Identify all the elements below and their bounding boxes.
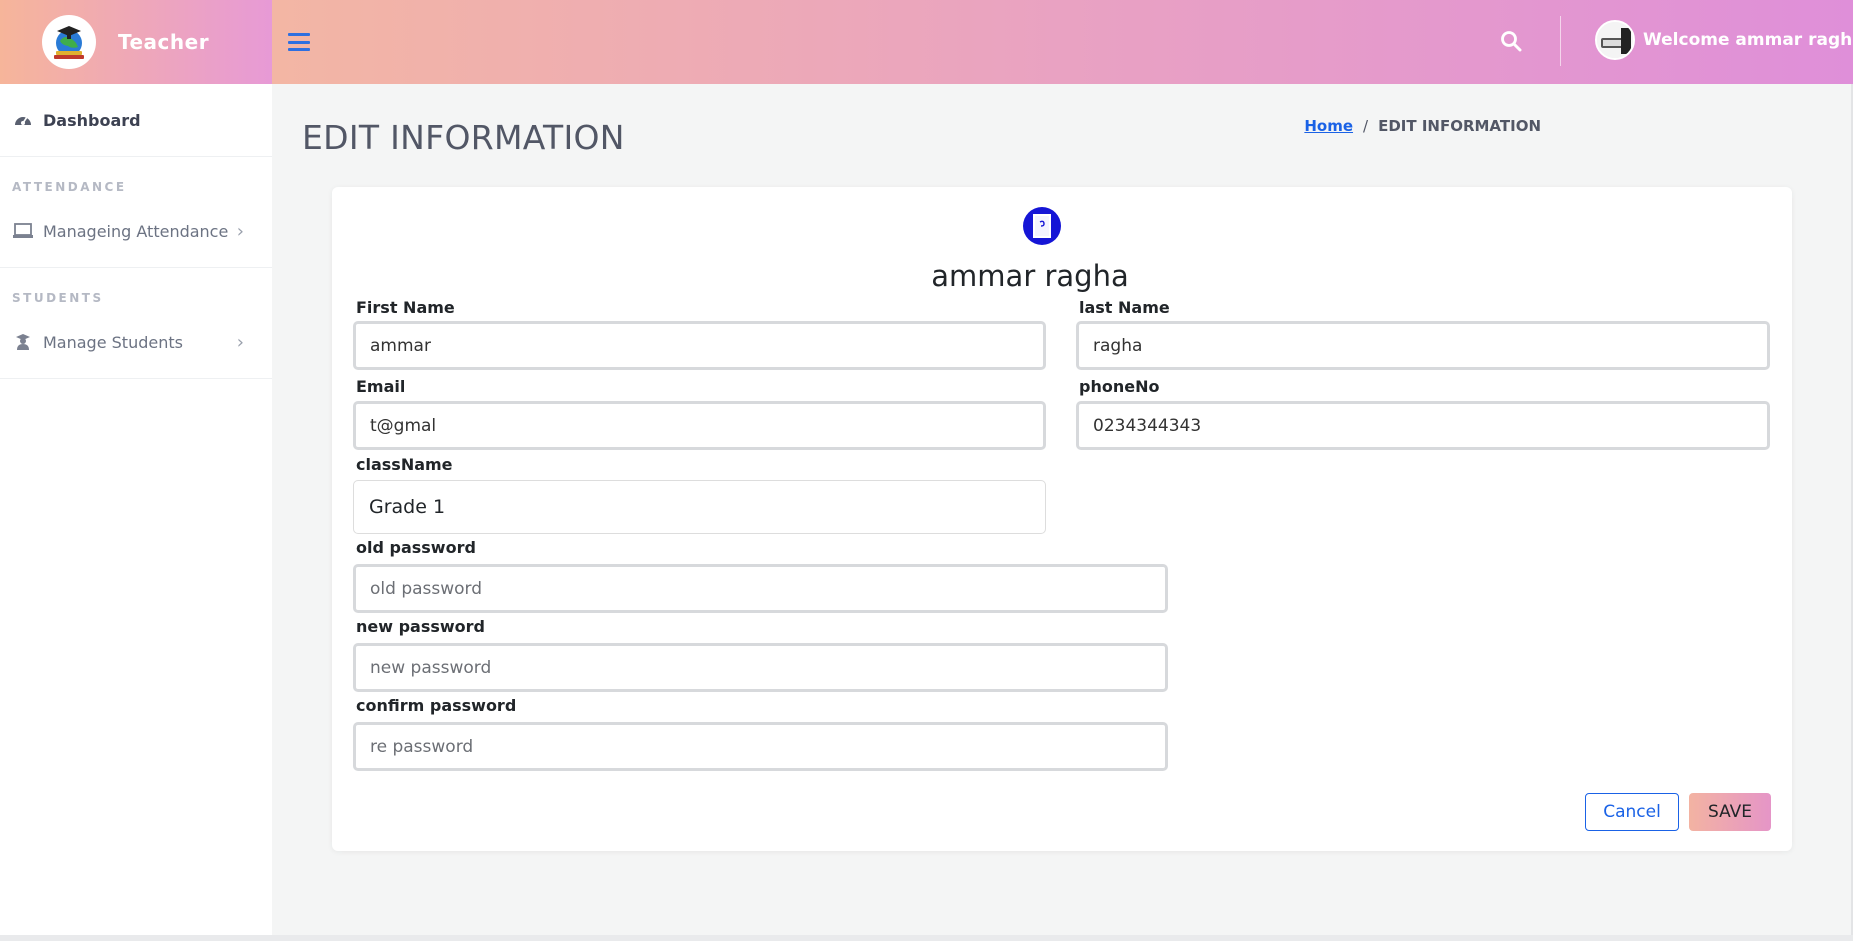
page-title: EDIT INFORMATION — [302, 118, 625, 157]
school-globe-logo — [42, 15, 96, 69]
brand-block[interactable]: Teacher — [0, 0, 272, 84]
search-icon[interactable] — [1500, 30, 1524, 54]
email-label: Email — [356, 377, 406, 396]
avatar — [1595, 20, 1635, 60]
cancel-button[interactable]: Cancel — [1585, 793, 1679, 831]
old-password-input[interactable]: old password — [353, 564, 1168, 613]
confirm-password-input[interactable]: re password — [353, 722, 1168, 771]
sidebar-item-label: Manageing Attendance — [43, 221, 229, 241]
old-password-label: old password — [356, 538, 476, 557]
hamburger-icon[interactable] — [288, 33, 310, 51]
sidebar-section-title: ATTENDANCE — [12, 180, 127, 194]
user-graduate-icon — [13, 333, 33, 351]
user-menu[interactable]: Welcome ammar ragha — [1595, 20, 1853, 60]
welcome-text: Welcome ammar ragha — [1643, 30, 1853, 50]
laptop-icon — [13, 222, 33, 240]
breadcrumb-separator: / — [1363, 117, 1369, 135]
dashboard-gauge-icon — [13, 111, 33, 129]
class-name-select[interactable]: Grade 1 — [353, 480, 1046, 534]
phone-label: phoneNo — [1079, 377, 1160, 396]
sidebar-item-dashboard[interactable]: Dashboard — [0, 84, 272, 157]
sidebar-item-managing-attendance[interactable]: Manageing Attendance › — [0, 206, 272, 256]
class-name-label: className — [356, 455, 453, 474]
topbar-divider — [1560, 16, 1561, 66]
edit-info-card: ammar ragha First Name ammar last Name r… — [332, 187, 1792, 851]
chevron-right-icon: › — [236, 220, 244, 242]
breadcrumb: Home / EDIT INFORMATION — [1304, 117, 1541, 135]
horizontal-scrollbar[interactable] — [0, 935, 1853, 941]
last-name-input[interactable]: ragha — [1076, 321, 1770, 370]
sidebar: Dashboard ATTENDANCE Manageing Attendanc… — [0, 84, 272, 935]
breadcrumb-home-link[interactable]: Home — [1304, 117, 1353, 135]
sidebar-section-students: STUDENTS Manage Students › — [0, 268, 272, 379]
sidebar-item-label: Manage Students — [43, 332, 183, 352]
profile-name: ammar ragha — [931, 259, 1129, 293]
brand-name: Teacher — [118, 30, 210, 54]
first-name-label: First Name — [356, 298, 455, 317]
new-password-input[interactable]: new password — [353, 643, 1168, 692]
save-button[interactable]: SAVE — [1689, 793, 1771, 831]
first-name-input[interactable]: ammar — [353, 321, 1046, 370]
confirm-password-label: confirm password — [356, 696, 517, 715]
top-navbar: Welcome ammar ragha — [272, 0, 1853, 84]
breadcrumb-current: EDIT INFORMATION — [1378, 117, 1541, 135]
last-name-label: last Name — [1079, 298, 1170, 317]
sidebar-section-attendance: ATTENDANCE Manageing Attendance › — [0, 157, 272, 268]
new-password-label: new password — [356, 617, 486, 636]
email-input[interactable]: t@gmal — [353, 401, 1046, 450]
sidebar-item-label: Dashboard — [43, 110, 141, 130]
sidebar-item-manage-students[interactable]: Manage Students › — [0, 317, 272, 367]
sidebar-section-title: STUDENTS — [12, 291, 104, 305]
phone-input[interactable]: 0234344343 — [1076, 401, 1770, 450]
profile-image-icon[interactable] — [1022, 206, 1062, 246]
chevron-right-icon: › — [236, 331, 244, 353]
